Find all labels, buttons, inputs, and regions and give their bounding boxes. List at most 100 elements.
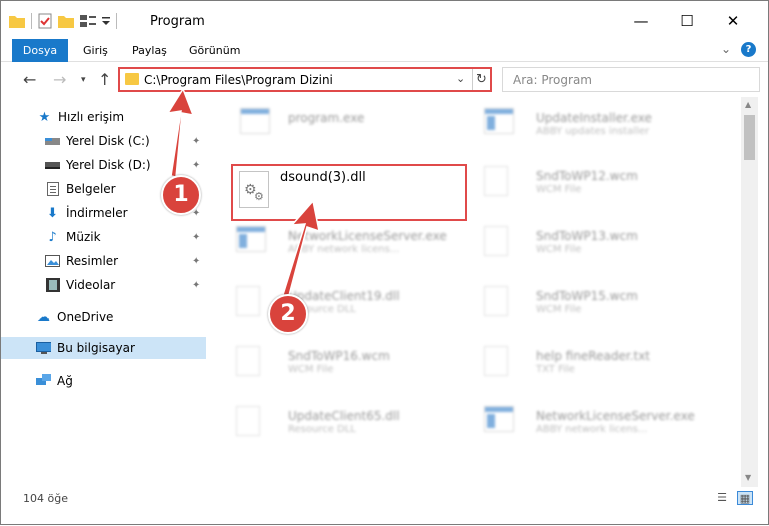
sidebar-item-label: Ağ bbox=[57, 374, 73, 388]
view-options-icon[interactable] bbox=[80, 14, 96, 28]
details-view-button[interactable]: ☰ bbox=[714, 491, 730, 505]
file-item[interactable]: UpdateInstaller.exe ABBY updates install… bbox=[458, 105, 698, 145]
dll-icon bbox=[236, 406, 266, 440]
recent-locations-button[interactable]: ▾ bbox=[81, 75, 86, 85]
file-type: WCM File bbox=[536, 304, 582, 315]
tab-share[interactable]: Paylaş bbox=[132, 39, 167, 62]
pin-icon[interactable]: ✦ bbox=[192, 136, 200, 147]
up-button[interactable]: ↑ bbox=[98, 70, 111, 89]
file-name: SndToWP15.wcm bbox=[536, 289, 638, 303]
minimize-button[interactable]: — bbox=[618, 1, 664, 41]
expand-ribbon-button[interactable]: ⌄ bbox=[721, 42, 731, 56]
document-icon bbox=[484, 226, 514, 260]
file-item[interactable]: UpdateClient65.dll Resource DLL bbox=[210, 403, 450, 443]
file-item[interactable]: SndToWP12.wcm WCM File bbox=[458, 163, 698, 203]
help-icon[interactable]: ? bbox=[741, 42, 756, 57]
back-button[interactable]: ← bbox=[23, 70, 36, 89]
drive-icon bbox=[45, 135, 60, 148]
large-icons-view-button[interactable]: ▦ bbox=[737, 491, 753, 505]
exe-icon bbox=[236, 108, 270, 142]
sidebar-item-this-pc[interactable]: Bu bilgisayar bbox=[1, 337, 206, 359]
tab-file[interactable]: Dosya bbox=[12, 39, 68, 62]
folder-icon bbox=[9, 16, 25, 28]
toolbar-separator bbox=[31, 13, 32, 29]
file-name: UpdateClient19.dll bbox=[288, 289, 400, 303]
search-input[interactable]: Ara: Program bbox=[502, 67, 760, 92]
customize-toolbar-icon[interactable] bbox=[102, 16, 110, 26]
address-path[interactable]: C:\Program Files\Program Dizini bbox=[144, 73, 333, 87]
file-item[interactable]: help fineReader.txt TXT File bbox=[458, 343, 698, 383]
file-type: WCM File bbox=[536, 184, 582, 195]
sidebar-item-music[interactable]: ♪ Müzik ✦ bbox=[1, 226, 206, 248]
file-name: NetworkLicenseServer.exe bbox=[288, 229, 447, 243]
pin-icon[interactable]: ✦ bbox=[192, 280, 200, 291]
text-file-icon bbox=[484, 346, 514, 380]
file-name: NetworkLicenseServer.exe bbox=[536, 409, 695, 423]
close-button[interactable]: ✕ bbox=[710, 1, 756, 41]
sidebar-item-local-disk-c[interactable]: Yerel Disk (C:) ✦ bbox=[1, 130, 206, 152]
exe-icon bbox=[236, 226, 266, 260]
file-item[interactable]: SndToWP13.wcm WCM File bbox=[458, 223, 698, 263]
search-placeholder: Ara: Program bbox=[513, 73, 592, 87]
file-item[interactable]: SndToWP15.wcm WCM File bbox=[458, 283, 698, 323]
window-title: Program bbox=[150, 14, 205, 29]
sidebar-item-onedrive[interactable]: ☁ OneDrive bbox=[1, 306, 206, 328]
file-name: SndToWP12.wcm bbox=[536, 169, 638, 183]
sidebar-item-quick-access[interactable]: ★ Hızlı erişim bbox=[1, 106, 206, 128]
sidebar-item-label: Yerel Disk (D:) bbox=[66, 158, 151, 172]
exe-icon bbox=[484, 108, 514, 142]
file-name: SndToWP16.wcm bbox=[288, 349, 390, 363]
address-dropdown-button[interactable]: ⌄ bbox=[456, 72, 465, 85]
scroll-down-icon[interactable]: ▼ bbox=[745, 473, 751, 482]
file-type: WCM File bbox=[288, 364, 334, 375]
maximize-button[interactable]: ☐ bbox=[664, 1, 710, 41]
sidebar-item-local-disk-d[interactable]: Yerel Disk (D:) ✦ bbox=[1, 154, 206, 176]
file-item[interactable]: NetworkLicenseServer.exe ABBY network li… bbox=[458, 403, 698, 443]
vertical-scrollbar[interactable]: ▲ ▼ bbox=[741, 97, 758, 487]
dll-gear-icon: ⚙ ⚙ bbox=[239, 171, 269, 208]
scroll-thumb[interactable] bbox=[744, 115, 755, 160]
sidebar-item-label: Müzik bbox=[66, 230, 101, 244]
pin-icon[interactable]: ✦ bbox=[192, 160, 200, 171]
sidebar-item-label: Yerel Disk (C:) bbox=[66, 134, 150, 148]
sidebar-item-videos[interactable]: Videolar ✦ bbox=[1, 274, 206, 296]
new-folder-icon[interactable] bbox=[58, 14, 74, 28]
file-name: dsound(3).dll bbox=[280, 170, 366, 185]
sidebar-item-label: OneDrive bbox=[57, 310, 114, 324]
file-type: WCM File bbox=[536, 244, 582, 255]
refresh-button[interactable]: ↻ bbox=[472, 69, 490, 90]
highlighted-file-item[interactable]: ⚙ ⚙ dsound(3).dll bbox=[231, 164, 467, 221]
file-type: Resource DLL bbox=[288, 424, 356, 435]
scroll-up-icon[interactable]: ▲ bbox=[745, 100, 751, 109]
address-bar[interactable]: C:\Program Files\Program Dizini ⌄ ↻ bbox=[118, 67, 492, 92]
pin-icon[interactable]: ✦ bbox=[192, 232, 200, 243]
forward-button[interactable]: → bbox=[53, 70, 66, 89]
sidebar-item-network[interactable]: Ağ bbox=[1, 370, 206, 392]
dll-icon bbox=[236, 286, 266, 320]
file-item[interactable]: UpdateClient19.dll Resource DLL bbox=[210, 283, 450, 323]
sidebar-item-label: Belgeler bbox=[66, 182, 116, 196]
star-icon: ★ bbox=[38, 109, 51, 125]
drive-icon bbox=[45, 159, 60, 172]
document-icon bbox=[236, 346, 266, 380]
video-icon bbox=[45, 278, 60, 292]
file-item[interactable]: SndToWP16.wcm WCM File bbox=[210, 343, 450, 383]
sidebar-item-pictures[interactable]: Resimler ✦ bbox=[1, 250, 206, 272]
tab-home[interactable]: Giriş bbox=[83, 39, 108, 62]
callout-badge-1: 1 bbox=[161, 175, 201, 215]
folder-icon bbox=[125, 73, 139, 85]
toolbar-separator bbox=[116, 13, 117, 29]
tab-view[interactable]: Görünüm bbox=[189, 39, 240, 62]
cloud-icon: ☁ bbox=[37, 309, 50, 325]
network-icon bbox=[36, 374, 51, 388]
file-item[interactable]: NetworkLicenseServer.exe ABBY network li… bbox=[210, 223, 450, 263]
properties-icon[interactable] bbox=[38, 13, 52, 29]
file-item[interactable]: program.exe bbox=[210, 105, 450, 145]
pin-icon[interactable]: ✦ bbox=[192, 256, 200, 267]
exe-icon bbox=[484, 406, 514, 440]
document-icon bbox=[484, 166, 514, 200]
title-bar: Program — ☐ ✕ bbox=[1, 1, 768, 41]
callout-badge-2: 2 bbox=[268, 294, 308, 334]
navigation-bar: ← → ▾ ↑ C:\Program Files\Program Dizini … bbox=[1, 63, 768, 97]
sidebar-item-label: Bu bilgisayar bbox=[57, 341, 135, 355]
